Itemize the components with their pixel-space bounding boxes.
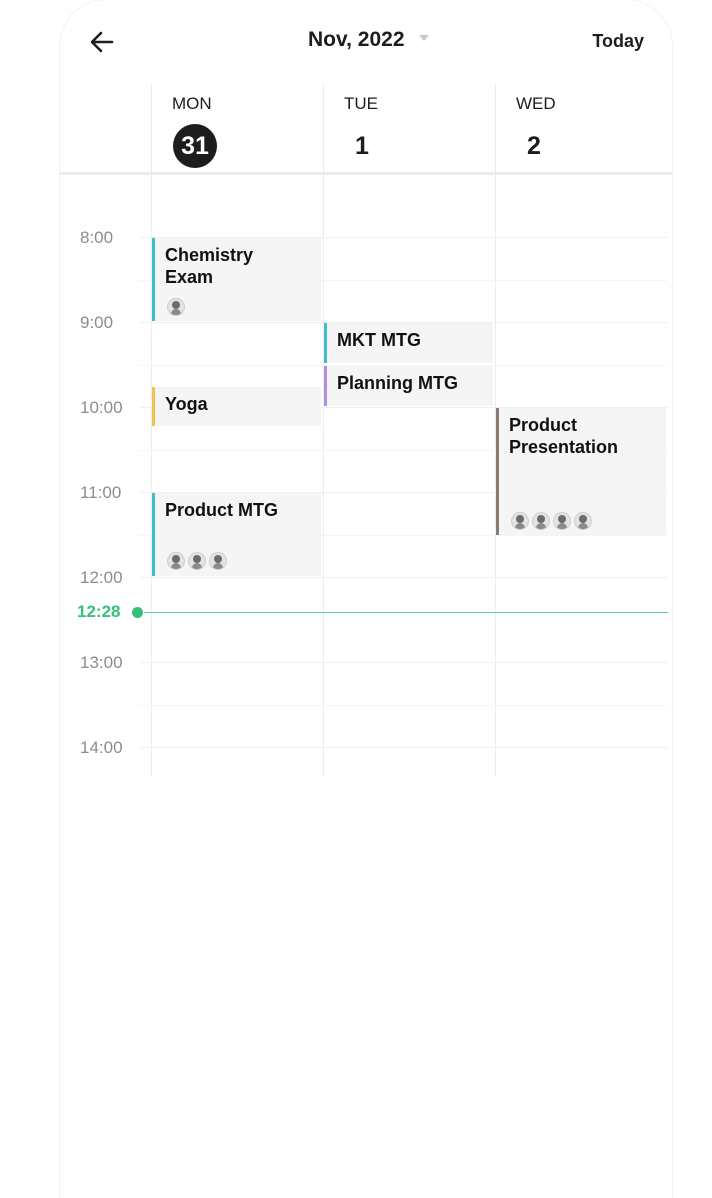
column-divider bbox=[151, 84, 152, 776]
event-mkt-mtg[interactable]: MKT MTG bbox=[324, 323, 493, 363]
time-label: 14:00 bbox=[80, 738, 123, 757]
avatar bbox=[574, 512, 592, 530]
avatar bbox=[167, 298, 185, 316]
avatar bbox=[553, 512, 571, 530]
avatar bbox=[532, 512, 550, 530]
event-planning-mtg[interactable]: Planning MTG bbox=[324, 366, 493, 406]
time-label: 12:00 bbox=[80, 568, 123, 587]
event-product-mtg[interactable]: Product MTG bbox=[152, 493, 321, 576]
event-title: Product MTG bbox=[165, 500, 278, 520]
calendar-header: Nov, 2022 Today bbox=[60, 0, 672, 84]
day-column-header-wed[interactable]: WED 2 bbox=[496, 84, 668, 172]
day-column-header-mon[interactable]: MON 31 bbox=[152, 84, 324, 172]
event-title: MKT MTG bbox=[337, 330, 421, 350]
hour-gridline bbox=[140, 662, 667, 663]
today-button[interactable]: Today bbox=[592, 31, 644, 52]
day-number-selected: 31 bbox=[173, 124, 217, 168]
event-product-presentation[interactable]: Product Presentation bbox=[496, 408, 666, 535]
attendee-avatars bbox=[167, 552, 227, 570]
event-title: Product Presentation bbox=[509, 415, 619, 457]
attendee-avatars bbox=[167, 298, 185, 316]
avatar bbox=[511, 512, 529, 530]
current-time-dot bbox=[132, 607, 143, 618]
day-of-week: TUE bbox=[344, 94, 378, 113]
back-button[interactable] bbox=[86, 26, 118, 58]
chevron-down-icon bbox=[418, 35, 429, 42]
column-divider bbox=[323, 84, 324, 776]
day-of-week: WED bbox=[516, 94, 556, 113]
time-label: 8:00 bbox=[80, 228, 114, 247]
time-label: 10:00 bbox=[80, 398, 123, 417]
event-chemistry-exam[interactable]: Chemistry Exam bbox=[152, 238, 321, 321]
half-hour-gridline bbox=[140, 705, 667, 706]
day-column-header-tue[interactable]: TUE 1 bbox=[324, 84, 496, 172]
month-label: Nov, 2022 bbox=[308, 28, 405, 51]
attendee-avatars bbox=[511, 512, 592, 530]
time-label: 9:00 bbox=[80, 313, 114, 332]
time-label: 13:00 bbox=[80, 653, 123, 672]
event-title: Yoga bbox=[165, 394, 208, 414]
hour-gridline bbox=[140, 747, 667, 748]
current-time-line bbox=[144, 612, 668, 613]
hour-gridline bbox=[140, 577, 667, 578]
event-title: Chemistry Exam bbox=[165, 245, 254, 287]
time-label: 11:00 bbox=[80, 483, 122, 502]
event-title: Planning MTG bbox=[337, 373, 458, 393]
avatar bbox=[209, 552, 227, 570]
event-yoga[interactable]: Yoga bbox=[152, 387, 321, 426]
calendar-screen: Nov, 2022 Today MON 31 TUE 1 WED 2 8:00 … bbox=[60, 0, 672, 1198]
day-number: 1 bbox=[355, 132, 369, 160]
day-number: 2 bbox=[527, 132, 541, 160]
month-selector[interactable]: Nov, 2022 bbox=[308, 28, 429, 52]
avatar bbox=[188, 552, 206, 570]
avatar bbox=[167, 552, 185, 570]
arrow-left-icon bbox=[90, 31, 114, 53]
current-time-label: 12:28 bbox=[77, 602, 121, 621]
day-of-week: MON bbox=[172, 94, 212, 113]
